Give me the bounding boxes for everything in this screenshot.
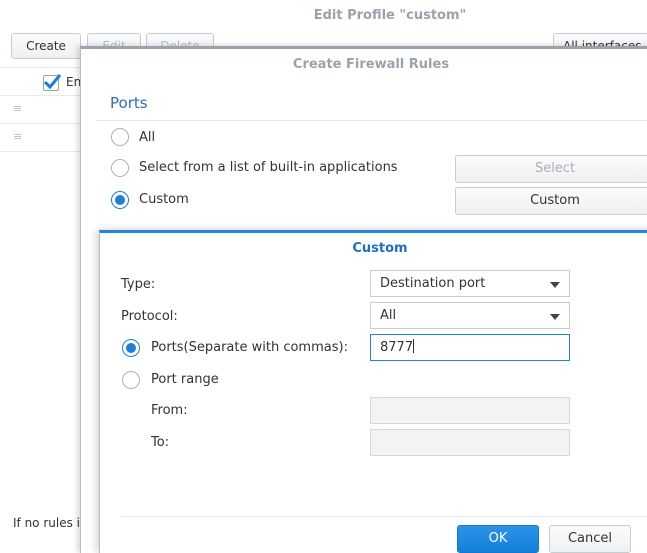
ports-list-label: Ports(Separate with commas): <box>151 340 348 355</box>
footer-divider <box>120 516 647 517</box>
row-divider <box>0 123 90 124</box>
drag-handle-icon[interactable]: ≡ <box>13 102 22 115</box>
text-cursor <box>413 339 415 353</box>
all-ports-label: All <box>139 130 156 145</box>
custom-ports-button[interactable]: Custom <box>455 187 647 215</box>
type-label: Type: <box>121 277 156 292</box>
type-select[interactable]: Destination port <box>370 270 570 297</box>
create-button[interactable]: Create <box>11 33 81 59</box>
cancel-button[interactable]: Cancel <box>549 525 631 553</box>
custom-ports-label: Custom <box>139 192 189 207</box>
port-range-label: Port range <box>151 372 219 387</box>
from-label: From: <box>151 403 188 418</box>
drag-handle-icon[interactable]: ≡ <box>13 130 22 143</box>
ports-value: 8777 <box>380 340 414 355</box>
ports-input[interactable]: 8777 <box>370 334 570 361</box>
enabled-column-header: En <box>66 75 82 89</box>
firewall-rules-title: Create Firewall Rules <box>292 57 450 72</box>
type-value: Destination port <box>380 276 486 291</box>
to-port-input[interactable] <box>370 429 570 456</box>
protocol-label: Protocol: <box>121 309 178 324</box>
ports-list-radio[interactable] <box>122 339 140 357</box>
from-port-input[interactable] <box>370 397 570 424</box>
all-ports-radio[interactable] <box>111 128 129 146</box>
builtin-apps-label: Select from a list of built-in applicati… <box>139 160 398 175</box>
ok-button[interactable]: OK <box>457 525 539 553</box>
section-divider <box>96 120 647 121</box>
ports-section-title: Ports <box>110 94 148 112</box>
row-divider <box>0 151 90 152</box>
enabled-header-checkbox[interactable] <box>43 74 62 91</box>
chevron-down-icon <box>550 282 560 288</box>
edit-profile-title-bar: Edit Profile "custom" <box>0 0 647 32</box>
custom-ports-radio[interactable] <box>111 191 129 209</box>
checkmark-icon <box>43 74 62 90</box>
protocol-select[interactable]: All <box>370 302 570 329</box>
edit-profile-title: Edit Profile "custom" <box>313 8 467 23</box>
custom-dialog-title: Custom <box>352 241 408 256</box>
empty-rules-note: If no rules i <box>13 516 80 530</box>
select-applications-button[interactable]: Select <box>455 155 647 183</box>
chevron-down-icon <box>550 314 560 320</box>
port-range-radio[interactable] <box>122 371 140 389</box>
builtin-apps-radio[interactable] <box>111 159 129 177</box>
protocol-value: All <box>380 308 397 323</box>
row-divider <box>0 95 90 96</box>
to-label: To: <box>151 435 170 450</box>
custom-ports-dialog: Custom Type: Destination port Protocol: … <box>99 230 647 553</box>
